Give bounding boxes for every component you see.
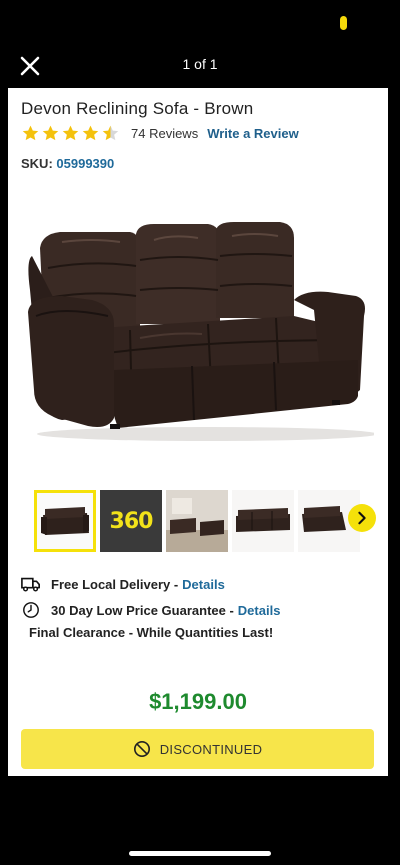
- truck-icon: [21, 577, 40, 592]
- thumbnail-room-scene[interactable]: [166, 490, 228, 552]
- write-review-link[interactable]: Write a Review: [207, 126, 299, 141]
- label-360: 360: [109, 508, 154, 534]
- star-icon: [42, 125, 59, 140]
- set-thumbnail-image: [232, 490, 294, 552]
- delivery-row: Free Local Delivery - Details: [21, 574, 225, 594]
- image-counter: 1 of 1: [182, 56, 218, 72]
- rating-row: 74 Reviews Write a Review: [21, 123, 299, 143]
- sofa-thumbnail-image: [37, 493, 93, 549]
- thumbnail-360-view[interactable]: 360: [100, 490, 162, 552]
- status-indicator: [340, 16, 347, 30]
- product-image[interactable]: [22, 220, 374, 448]
- delivery-text: Free Local Delivery -: [51, 576, 179, 592]
- half-star-icon: [102, 125, 119, 140]
- thumbnail-next-button[interactable]: [348, 504, 376, 532]
- chevron-right-icon: [358, 511, 366, 525]
- home-indicator[interactable]: [129, 851, 271, 856]
- viewer-header: 1 of 1: [0, 44, 400, 86]
- review-count[interactable]: 74 Reviews: [131, 126, 198, 141]
- sku-label: SKU:: [21, 156, 53, 171]
- product-title: Devon Reclining Sofa - Brown: [21, 99, 254, 118]
- thumbnail-sofa-front[interactable]: [34, 490, 96, 552]
- room-thumbnail-image: [166, 490, 228, 552]
- clearance-notice: Final Clearance - While Quantities Last!: [29, 625, 274, 640]
- guarantee-text: 30 Day Low Price Guarantee -: [51, 602, 234, 618]
- star-icon: [82, 125, 99, 140]
- star-icon: [22, 125, 39, 140]
- product-card: Devon Reclining Sofa - Brown 74 Reviews …: [8, 88, 388, 776]
- product-price: $1,199.00: [149, 689, 247, 714]
- thumbnail-sofa-set[interactable]: [232, 490, 294, 552]
- clock-icon: [23, 602, 39, 618]
- discontinued-label: DISCONTINUED: [159, 741, 263, 757]
- thumbnail-strip: 360: [34, 490, 380, 552]
- discontinued-button[interactable]: DISCONTINUED: [21, 729, 374, 769]
- no-entry-icon: [133, 740, 150, 758]
- sku-row: SKU: 05999390: [21, 156, 114, 171]
- guarantee-details-link[interactable]: Details: [238, 603, 281, 618]
- sku-value: 05999390: [56, 156, 115, 171]
- star-icon: [62, 125, 79, 140]
- delivery-details-link[interactable]: Details: [182, 577, 225, 592]
- guarantee-row: 30 Day Low Price Guarantee - Details: [21, 600, 280, 620]
- star-rating: [21, 124, 121, 143]
